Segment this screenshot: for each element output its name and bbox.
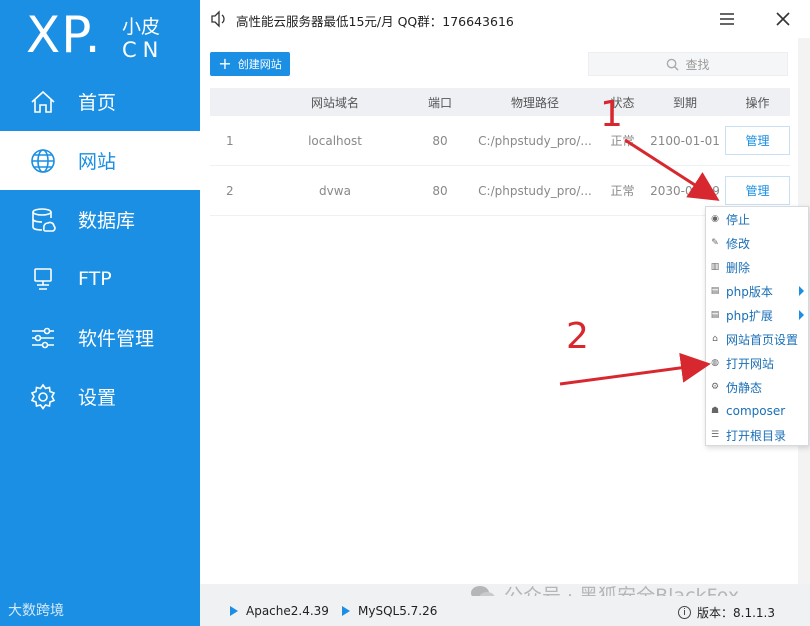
search-placeholder: 查找 <box>685 57 710 72</box>
row-expire: 2100-01-01 <box>650 133 720 148</box>
row-domain: localhost <box>308 133 362 148</box>
logo-cn-bottom: CN <box>122 38 165 62</box>
sidebar-item-settings[interactable]: 设置 <box>0 367 200 426</box>
sidebar-item-label: 首页 <box>78 92 117 114</box>
manage-dropdown-menu: ◉ 停止 ✎ 修改 ▥ 删除 ▤ php版本 ▤ php扩展 ⌂ 网站首页设置 ◍ 打开网站 … <box>705 206 809 446</box>
menu-item-open-root-directory[interactable]: ☰ 打开根目录 <box>706 423 808 447</box>
speaker-icon <box>211 10 225 28</box>
row-expire: 2030-02-19 <box>650 183 720 198</box>
stop-icon: ◉ <box>711 214 719 224</box>
menu-icon[interactable] <box>718 10 736 28</box>
close-icon[interactable] <box>774 10 792 28</box>
sliders-icon <box>28 323 58 353</box>
create-website-button[interactable]: + 创建网站 <box>210 52 290 76</box>
menu-item-edit[interactable]: ✎ 修改 <box>706 231 808 255</box>
computer-icon <box>28 264 58 294</box>
folder-list-icon: ☰ <box>710 430 720 440</box>
sidebar-nav: 首页 网站 数据库 FTP 软件管理 设置 <box>0 72 200 426</box>
row-status: 正常 <box>610 184 635 198</box>
sidebar-item-website[interactable]: 网站 <box>0 131 200 190</box>
sidebar-item-label: 设置 <box>78 387 117 409</box>
row-id: 1 <box>226 133 234 148</box>
header-port: 端口 <box>427 95 452 110</box>
edit-icon: ✎ <box>711 238 719 248</box>
trash-icon: ▥ <box>710 262 720 272</box>
rewrite-icon: ⚙ <box>710 382 720 392</box>
info-icon: i <box>678 606 691 619</box>
table-header: 网站域名 端口 物理路径 状态 到期 操作 <box>210 88 790 116</box>
annotation-number-2: 2 <box>566 316 589 357</box>
annotation-number-1: 1 <box>600 94 623 135</box>
php-version-icon: ▤ <box>710 286 720 296</box>
menu-item-composer[interactable]: ☗ composer <box>706 399 808 423</box>
home-icon <box>28 87 58 117</box>
globe-small-icon: ◍ <box>711 358 719 368</box>
apache-status[interactable]: Apache2.4.39 <box>230 604 329 618</box>
header-action: 操作 <box>745 95 770 110</box>
menu-item-php-version[interactable]: ▤ php版本 <box>706 279 808 303</box>
menu-item-php-extension[interactable]: ▤ php扩展 <box>706 303 808 327</box>
table-row[interactable]: 2 dvwa 80 C:/phpstudy_pro/... 正常 2030-02… <box>210 166 790 216</box>
logo-cn-top: 小皮 <box>122 16 161 38</box>
version-info: i 版本：8.1.1.3 <box>678 604 775 621</box>
row-domain: dvwa <box>319 183 351 198</box>
globe-icon <box>28 146 58 176</box>
manage-button[interactable]: 管理 <box>725 126 790 155</box>
header-domain: 网站域名 <box>310 95 359 110</box>
sidebar-item-database[interactable]: 数据库 <box>0 190 200 249</box>
home-small-icon: ⌂ <box>712 334 718 344</box>
row-id: 2 <box>226 183 234 198</box>
sidebar-item-label: 网站 <box>78 151 117 173</box>
menu-item-stop[interactable]: ◉ 停止 <box>706 207 808 231</box>
play-icon <box>230 606 238 616</box>
manage-button[interactable]: 管理 <box>725 176 790 205</box>
header-path: 物理路径 <box>510 95 559 110</box>
sidebar-item-home[interactable]: 首页 <box>0 72 200 131</box>
logo-main: XP. <box>26 6 102 64</box>
header-expire: 到期 <box>672 95 697 110</box>
menu-item-open-website[interactable]: ◍ 打开网站 <box>706 351 808 375</box>
row-port: 80 <box>432 183 448 198</box>
sidebar: XP. 小皮 CN 首页 网站 数据库 FTP 软件管理 设置 大数跨境 <box>0 0 200 626</box>
table-row[interactable]: 1 localhost 80 C:/phpstudy_pro/... 正常 21… <box>210 116 790 166</box>
topbar: 高性能云服务器最低15元/月 QQ群：176643616 <box>200 0 810 38</box>
sidebar-item-label: 软件管理 <box>78 328 155 350</box>
sidebar-item-software[interactable]: 软件管理 <box>0 308 200 367</box>
status-bar: Apache2.4.39 MySQL5.7.26 i 版本：8.1.1.3 <box>200 596 810 626</box>
sidebar-item-label: 数据库 <box>78 210 136 232</box>
play-icon <box>342 606 350 616</box>
row-path: C:/phpstudy_pro/... <box>478 183 592 198</box>
menu-item-rewrite[interactable]: ⚙ 伪静态 <box>706 375 808 399</box>
topbar-notice[interactable]: 高性能云服务器最低15元/月 QQ群：176643616 <box>236 11 514 30</box>
mysql-status[interactable]: MySQL5.7.26 <box>342 604 437 618</box>
database-icon <box>28 205 58 235</box>
plus-icon: + <box>218 54 232 73</box>
menu-item-homepage-settings[interactable]: ⌂ 网站首页设置 <box>706 327 808 351</box>
submenu-arrow-icon <box>799 286 804 296</box>
create-website-label: 创建网站 <box>237 58 282 71</box>
sidebar-item-label: FTP <box>78 267 112 290</box>
submenu-arrow-icon <box>799 310 804 320</box>
website-table: 网站域名 端口 物理路径 状态 到期 操作 1 localhost 80 C:/… <box>210 88 790 216</box>
bottom-brand: 大数跨境 <box>8 603 64 619</box>
menu-item-delete[interactable]: ▥ 删除 <box>706 255 808 279</box>
search-input[interactable]: 查找 <box>588 52 788 76</box>
row-path: C:/phpstudy_pro/... <box>478 133 592 148</box>
search-icon <box>667 58 680 71</box>
gear-icon <box>28 382 58 412</box>
composer-icon: ☗ <box>710 406 720 416</box>
row-port: 80 <box>432 133 448 148</box>
php-extension-icon: ▤ <box>710 310 720 320</box>
sidebar-item-ftp[interactable]: FTP <box>0 249 200 308</box>
